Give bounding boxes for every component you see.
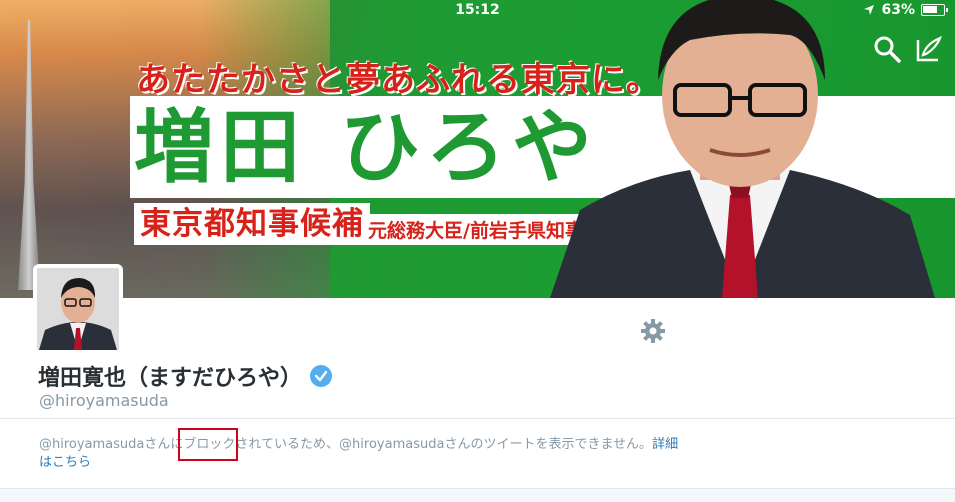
verified-badge-icon	[310, 365, 333, 387]
profile-display-name: 増田寛也（ますだひろや）	[38, 360, 333, 392]
blocked-notice-text-2: されているため、	[235, 437, 340, 452]
search-icon[interactable]	[872, 34, 902, 64]
header-banner: あたたかさと夢あふれる東京に。 増田 ひろや 東京都知事候補 元総務大臣/前岩手…	[0, 0, 955, 298]
compose-icon[interactable]	[914, 34, 944, 64]
status-right: 63%	[863, 2, 948, 18]
highlight-annotation-box	[178, 428, 238, 461]
blocked-notice: @hiroyamasudaさんにブロックされているため、@hiroyamasud…	[39, 436, 689, 472]
battery-icon	[921, 4, 948, 16]
divider	[0, 418, 955, 419]
battery-percentage: 63%	[881, 2, 915, 18]
location-arrow-icon	[864, 5, 875, 15]
bottom-strip	[0, 488, 955, 502]
banner-candidate-title: 東京都知事候補	[134, 203, 370, 245]
blocked-notice-handle-2: @hiroyamasuda	[339, 437, 445, 452]
profile-handle: @hiroyamasuda	[39, 391, 169, 410]
blocked-notice-text-3: さんのツイートを表示できません。	[444, 437, 653, 452]
display-name-text: 増田寛也（ますだひろや）	[38, 366, 303, 391]
status-time: 15:12	[455, 2, 500, 18]
profile-avatar[interactable]	[33, 264, 123, 354]
avatar-image	[37, 268, 119, 350]
blocked-notice-handle-1: @hiroyamasuda	[39, 437, 145, 452]
gear-icon[interactable]	[640, 318, 666, 344]
banner-candidate-name: 増田 ひろや	[134, 101, 598, 194]
